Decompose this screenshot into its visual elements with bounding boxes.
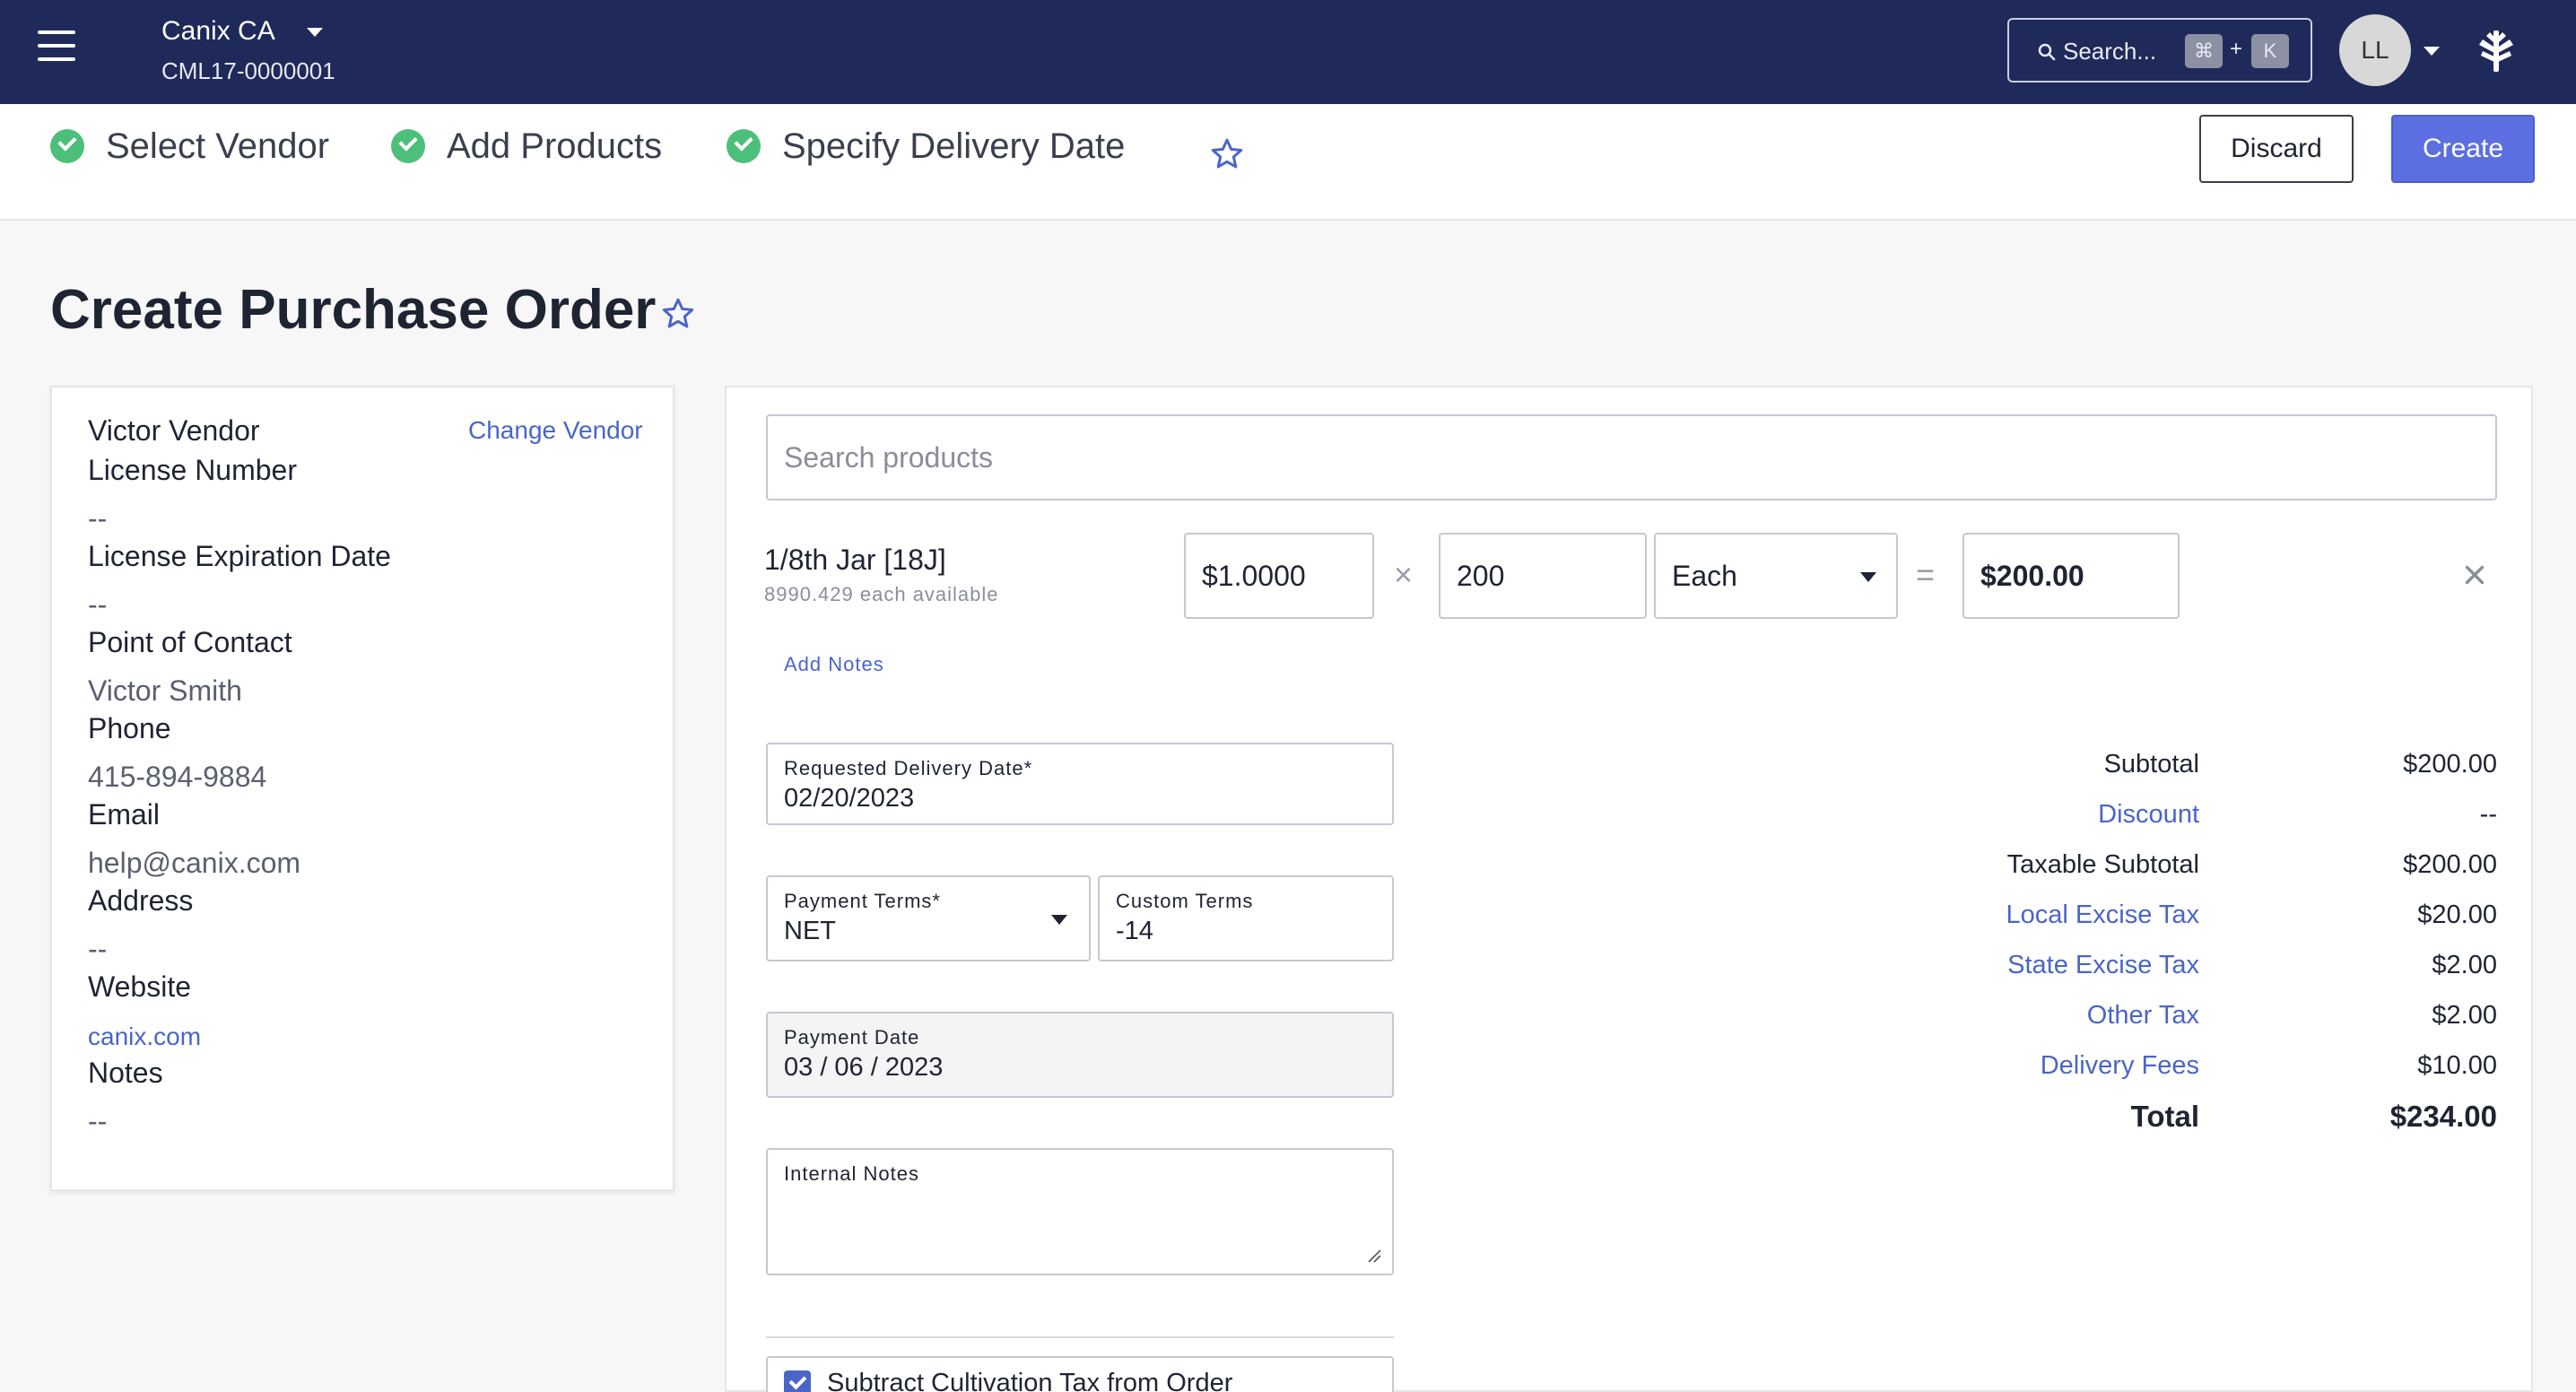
summary-total-label: Total — [2130, 1100, 2199, 1133]
unit-price-input[interactable]: $1.0000 — [1184, 533, 1374, 619]
email-value: help@canix.com — [88, 847, 301, 879]
equals-icon: = — [1916, 556, 1936, 593]
menu-icon[interactable] — [38, 30, 77, 63]
vendor-card: Victor Vendor Change Vendor License Numb… — [50, 386, 674, 1191]
license-expiration-value: -- — [88, 588, 108, 621]
check-circle-icon — [391, 129, 425, 163]
summary-state-excise-tax-value: $2.00 — [2432, 951, 2497, 979]
step-add-products[interactable]: Add Products — [391, 124, 662, 169]
payment-terms-label: Payment Terms* — [784, 890, 941, 912]
product-availability: 8990.429 each available — [764, 583, 999, 605]
cultivation-tax-checkbox[interactable] — [784, 1370, 811, 1392]
close-icon[interactable] — [2459, 560, 2490, 590]
custom-terms-value: -14 — [1116, 917, 1153, 945]
shortcut-k-key: K — [2251, 34, 2289, 68]
phone-value: 415-894-9884 — [88, 761, 267, 793]
step-specify-delivery-date[interactable]: Specify Delivery Date — [727, 124, 1125, 169]
products-panel: 1/8th Jar [18J] 8990.429 each available … — [725, 386, 2533, 1392]
summary-taxable-subtotal-label: Taxable Subtotal — [2006, 850, 2199, 879]
license-expiration-label: License Expiration Date — [88, 540, 391, 572]
summary-state-excise-tax-link[interactable]: State Excise Tax — [2007, 951, 2199, 980]
address-label: Address — [88, 884, 194, 917]
payment-date-label: Payment Date — [784, 1026, 920, 1048]
summary-other-tax-value: $2.00 — [2432, 1001, 2497, 1030]
unit-select[interactable]: Each — [1654, 533, 1898, 619]
summary-delivery-fees-link[interactable]: Delivery Fees — [2041, 1051, 2199, 1081]
payment-date-field: Payment Date 03 / 06 / 2023 — [766, 1012, 1394, 1098]
payment-terms-select[interactable]: Payment Terms* NET — [766, 875, 1091, 961]
contact-value: Victor Smith — [88, 674, 242, 707]
license-number-value: -- — [88, 502, 108, 535]
notes-label: Notes — [88, 1057, 163, 1089]
star-icon[interactable] — [660, 296, 696, 332]
step-label: Select Vendor — [106, 126, 330, 166]
shortcut-cmd-key: ⌘ — [2185, 34, 2223, 68]
org-name[interactable]: Canix CA — [161, 16, 275, 47]
contact-label: Point of Contact — [88, 626, 292, 658]
phone-label: Phone — [88, 712, 171, 744]
internal-notes-textarea[interactable]: Internal Notes — [766, 1148, 1394, 1275]
chevron-down-icon — [1051, 915, 1067, 925]
divider — [766, 1336, 1394, 1338]
step-select-vendor[interactable]: Select Vendor — [50, 124, 329, 169]
payment-terms-value: NET — [784, 917, 836, 945]
summary-discount-value: -- — [2479, 800, 2497, 829]
payment-date-value: 03 / 06 / 2023 — [784, 1053, 944, 1082]
top-navigation-bar: Canix CA CML17-0000001 Search... ⌘ + K L… — [0, 0, 2576, 104]
times-icon: × — [1394, 556, 1414, 593]
chevron-down-icon[interactable] — [2424, 47, 2440, 56]
custom-terms-input[interactable]: Custom Terms -14 — [1098, 875, 1394, 961]
discard-button[interactable]: Discard — [2199, 115, 2354, 183]
canix-logo-icon[interactable] — [2476, 27, 2517, 75]
avatar[interactable]: LL — [2339, 14, 2411, 86]
page-title: Create Purchase Order — [50, 279, 657, 341]
global-search[interactable]: Search... ⌘ + K — [2007, 18, 2312, 83]
vendor-name: Victor Vendor — [88, 414, 260, 447]
summary-subtotal-label: Subtotal — [2103, 750, 2199, 779]
create-button[interactable]: Create — [2391, 115, 2535, 183]
check-circle-icon — [727, 129, 761, 163]
summary-other-tax-link[interactable]: Other Tax — [2087, 1001, 2199, 1031]
website-link[interactable]: canix.com — [88, 1022, 201, 1051]
cultivation-tax-label: Subtract Cultivation Tax from Order — [827, 1369, 1233, 1392]
line-total-input[interactable]: $200.00 — [1962, 533, 2180, 619]
step-label: Add Products — [447, 126, 663, 166]
summary-subtotal-value: $200.00 — [2403, 750, 2497, 779]
product-name: 1/8th Jar [18J] — [764, 544, 946, 576]
check-circle-icon — [50, 129, 84, 163]
summary-taxable-subtotal-value: $200.00 — [2403, 850, 2497, 879]
search-placeholder: Search... — [2063, 38, 2157, 65]
internal-notes-label: Internal Notes — [784, 1162, 919, 1185]
notes-value: -- — [88, 1105, 108, 1137]
org-license: CML17-0000001 — [161, 57, 335, 84]
website-label: Website — [88, 970, 192, 1003]
cultivation-tax-option[interactable]: Subtract Cultivation Tax from Order — [766, 1356, 1394, 1392]
chevron-down-icon — [1860, 572, 1876, 582]
star-icon[interactable] — [1209, 136, 1245, 172]
unit-select-value: Each — [1672, 560, 1737, 592]
search-products-input[interactable] — [766, 414, 2497, 500]
chevron-down-icon[interactable] — [307, 28, 323, 37]
requested-delivery-date-field[interactable]: Requested Delivery Date* 02/20/2023 — [766, 743, 1394, 825]
search-icon — [2038, 43, 2056, 61]
shortcut-plus: + — [2230, 37, 2243, 61]
quantity-input[interactable]: 200 — [1439, 533, 1647, 619]
license-number-label: License Number — [88, 454, 297, 486]
summary-local-excise-tax-link[interactable]: Local Excise Tax — [2006, 900, 2199, 930]
requested-delivery-date-value: 02/20/2023 — [784, 784, 915, 813]
address-value: -- — [88, 933, 108, 965]
step-label: Specify Delivery Date — [782, 126, 1126, 166]
summary-discount-link[interactable]: Discount — [2098, 800, 2199, 830]
add-notes-link[interactable]: Add Notes — [784, 653, 884, 676]
requested-delivery-date-label: Requested Delivery Date* — [784, 757, 1033, 779]
resize-handle-icon[interactable] — [1365, 1247, 1381, 1263]
email-label: Email — [88, 798, 161, 831]
summary-delivery-fees-value: $10.00 — [2417, 1051, 2497, 1080]
change-vendor-link[interactable]: Change Vendor — [468, 416, 643, 445]
custom-terms-label: Custom Terms — [1116, 890, 1254, 912]
summary-total-value: $234.00 — [2389, 1100, 2497, 1133]
summary-local-excise-tax-value: $20.00 — [2417, 900, 2497, 929]
stepper-bar: Select Vendor Add Products Specify Deliv… — [0, 104, 2576, 221]
